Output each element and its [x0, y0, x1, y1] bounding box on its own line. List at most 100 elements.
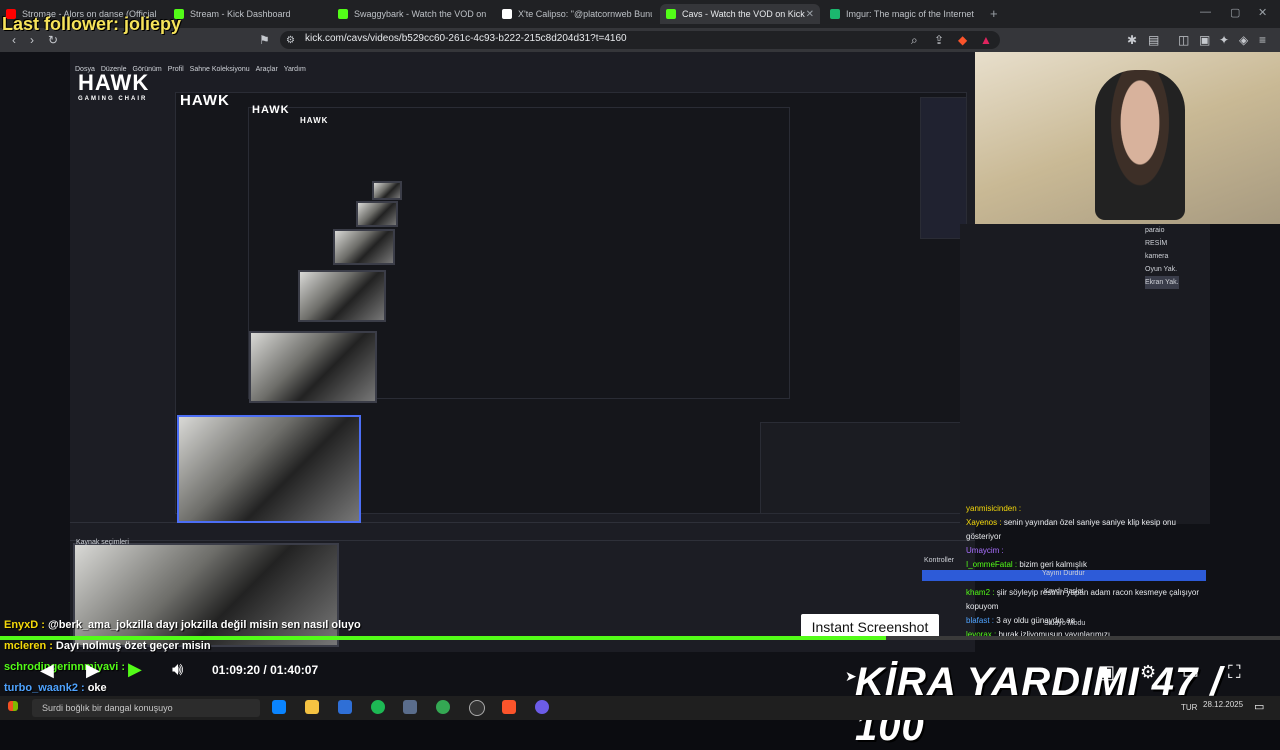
tab-x-calipso[interactable]: X'te Calipso: "@platcornweb Bunun i — [502, 4, 652, 24]
file-explorer-icon[interactable] — [305, 700, 319, 714]
obs-controls-panel — [760, 422, 962, 514]
new-tab-icon[interactable]: + — [990, 6, 998, 21]
hawk-logo-nested: HAWK — [252, 104, 290, 116]
source-item: paraio — [1145, 227, 1165, 234]
menu-icon[interactable]: ≡ — [1259, 33, 1266, 47]
video-progress-bar[interactable] — [0, 636, 1280, 640]
spotify-icon[interactable] — [371, 700, 385, 714]
hawk-logo: HAWK GAMING CHAIR — [78, 70, 150, 102]
share-icon[interactable]: ⇪ — [934, 33, 944, 47]
x-icon — [502, 9, 512, 19]
notification-icon[interactable]: ▭ — [1254, 700, 1264, 713]
duration: 01:40:07 — [270, 663, 319, 677]
tab-swaggybark[interactable]: Swaggybark - Watch the VOD on Kick — [338, 4, 488, 24]
address-bar — [0, 28, 1280, 52]
controls-heading: Kontroller — [924, 557, 954, 564]
theater-mode-icon[interactable]: ▭ — [1182, 662, 1199, 683]
chat-message: Umaycim : — [966, 546, 1004, 555]
source-item: kamera — [1145, 253, 1169, 260]
back-icon[interactable]: ‹ — [12, 33, 16, 47]
current-time: 01:09:20 — [212, 663, 261, 677]
chat-message: kham2 : şiir söyleyip resmin yapan adam … — [966, 588, 1200, 611]
store-icon[interactable] — [338, 700, 352, 714]
stream-chat-message: turbo_waank2 : oke — [4, 682, 107, 694]
tab-imgur[interactable]: Imgur: The magic of the Internet — [830, 4, 980, 24]
last-follower-overlay: Last follower: joliepy — [2, 14, 182, 34]
vpn-icon[interactable]: ◈ — [1239, 33, 1248, 47]
minimize-icon[interactable]: — — [1200, 6, 1211, 18]
hawk-logo-nested: HAWK — [300, 116, 329, 125]
fullscreen-icon[interactable]: ⛶ — [1228, 662, 1241, 683]
source-item: RESİM — [1145, 240, 1168, 247]
taskbar-clock[interactable]: 28.12.2025 — [1203, 700, 1243, 709]
streamer-face — [1095, 70, 1185, 220]
stream-chat-message: mcleren : Dayı nolmuş özet geçer misin — [4, 640, 211, 652]
camera-frame-large — [73, 543, 339, 647]
tab-kick-dashboard[interactable]: Stream - Kick Dashboard — [174, 4, 324, 24]
imgur-icon — [830, 9, 840, 19]
app-icon[interactable] — [535, 700, 549, 714]
cursor-icon: ➤ — [845, 668, 857, 684]
obs-menu-item: Araçlar — [255, 66, 278, 73]
source-selection-heading: Kaynak seçimleri — [76, 539, 129, 546]
bookmark-icon[interactable]: ⚑ — [259, 33, 270, 47]
chrome-icon[interactable] — [436, 700, 450, 714]
settings-icon[interactable]: ⚙ — [1140, 662, 1156, 683]
close-window-icon[interactable]: ✕ — [1258, 6, 1267, 19]
tab-label: Cavs - Watch the VOD on Kick — [682, 9, 805, 19]
tab-label: Swaggybark - Watch the VOD on Kick — [354, 9, 488, 19]
video-progress-fill — [0, 636, 886, 640]
url-text[interactable]: kick.com/cavs/videos/b529cc60-261c-4c93-… — [305, 33, 627, 44]
maximize-icon[interactable]: ▢ — [1230, 6, 1240, 19]
studio-mode-button: Stüdyo Modu — [1044, 620, 1086, 627]
tab-label: Imgur: The magic of the Internet — [846, 9, 974, 19]
playback-time: 01:09:20 / 01:40:07 — [212, 663, 319, 677]
brave-rewards-icon[interactable]: ▲ — [980, 33, 992, 47]
obs-icon[interactable] — [469, 700, 485, 716]
camera-frame — [372, 181, 402, 200]
wallet-icon[interactable]: ▣ — [1199, 33, 1210, 47]
brave-icon[interactable] — [502, 700, 516, 714]
site-info-icon[interactable]: ⚙ — [286, 35, 295, 46]
camera-frame — [298, 270, 386, 322]
stream-chat-message: schrodingerinnmiyavi : — [4, 661, 126, 673]
brave-shield-icon[interactable]: ◆ — [958, 33, 967, 47]
obs-menu-item: Profil — [167, 66, 184, 73]
sidebar-icon[interactable]: ▤ — [1148, 33, 1159, 47]
start-recording-button: Kaydı Başlat — [1044, 588, 1084, 595]
obs-menu-item: Sahne Koleksiyonu — [189, 66, 250, 73]
calculator-icon[interactable] — [403, 700, 417, 714]
split-view-icon[interactable]: ◫ — [1178, 33, 1189, 47]
leo-icon[interactable]: ✦ — [1219, 33, 1229, 47]
next-icon[interactable]: ▶ — [86, 660, 100, 681]
tab-cavs[interactable]: Cavs - Watch the VOD on Kick ✕ — [660, 4, 820, 24]
close-tab-icon[interactable]: ✕ — [806, 9, 814, 20]
start-icon[interactable] — [8, 701, 18, 711]
kick-icon — [666, 9, 676, 19]
language-indicator[interactable]: TUR — [1181, 703, 1197, 712]
tab-label: X'te Calipso: "@platcornweb Bunun i — [518, 9, 652, 19]
chat-message: Xayenos : senin yayından özel saniye san… — [966, 518, 1176, 541]
forward-icon[interactable]: › — [30, 33, 34, 47]
chat-message: blafast : 3 ay oldu günaydın aq — [966, 616, 1075, 625]
camera-frame — [177, 415, 361, 523]
chat-message: yanmisicinden : — [966, 504, 1022, 513]
reload-icon[interactable]: ↻ — [48, 33, 58, 47]
kick-icon — [338, 9, 348, 19]
camera-frame — [249, 331, 377, 403]
source-item: Ekran Yak. — [1145, 276, 1179, 289]
edge-icon[interactable] — [272, 700, 286, 714]
browser-tab-bar: Stromae - Alors on danse (Official Strea… — [0, 0, 1280, 28]
camera-frame — [356, 201, 398, 227]
taskbar-search[interactable]: Surdi boğlık bir dangal konuşuyo — [32, 699, 260, 717]
stop-stream-button: Yayını Durdur — [922, 570, 1206, 581]
obs-menu-item: Yardım — [283, 66, 306, 73]
stream-chat-message: EnyxD : @berk_ama_jokzilla dayı jokzilla … — [4, 619, 361, 631]
play-icon[interactable]: ▶ — [128, 659, 142, 680]
volume-icon[interactable]: 🔊︎ — [172, 659, 183, 680]
screenshot-icon[interactable]: ▣ — [1098, 662, 1115, 683]
zoom-icon[interactable]: ⌕ — [911, 33, 918, 48]
camera-frame — [333, 229, 395, 265]
previous-icon[interactable]: ◀ — [40, 660, 54, 681]
extensions-icon[interactable]: ✱ — [1127, 33, 1137, 47]
